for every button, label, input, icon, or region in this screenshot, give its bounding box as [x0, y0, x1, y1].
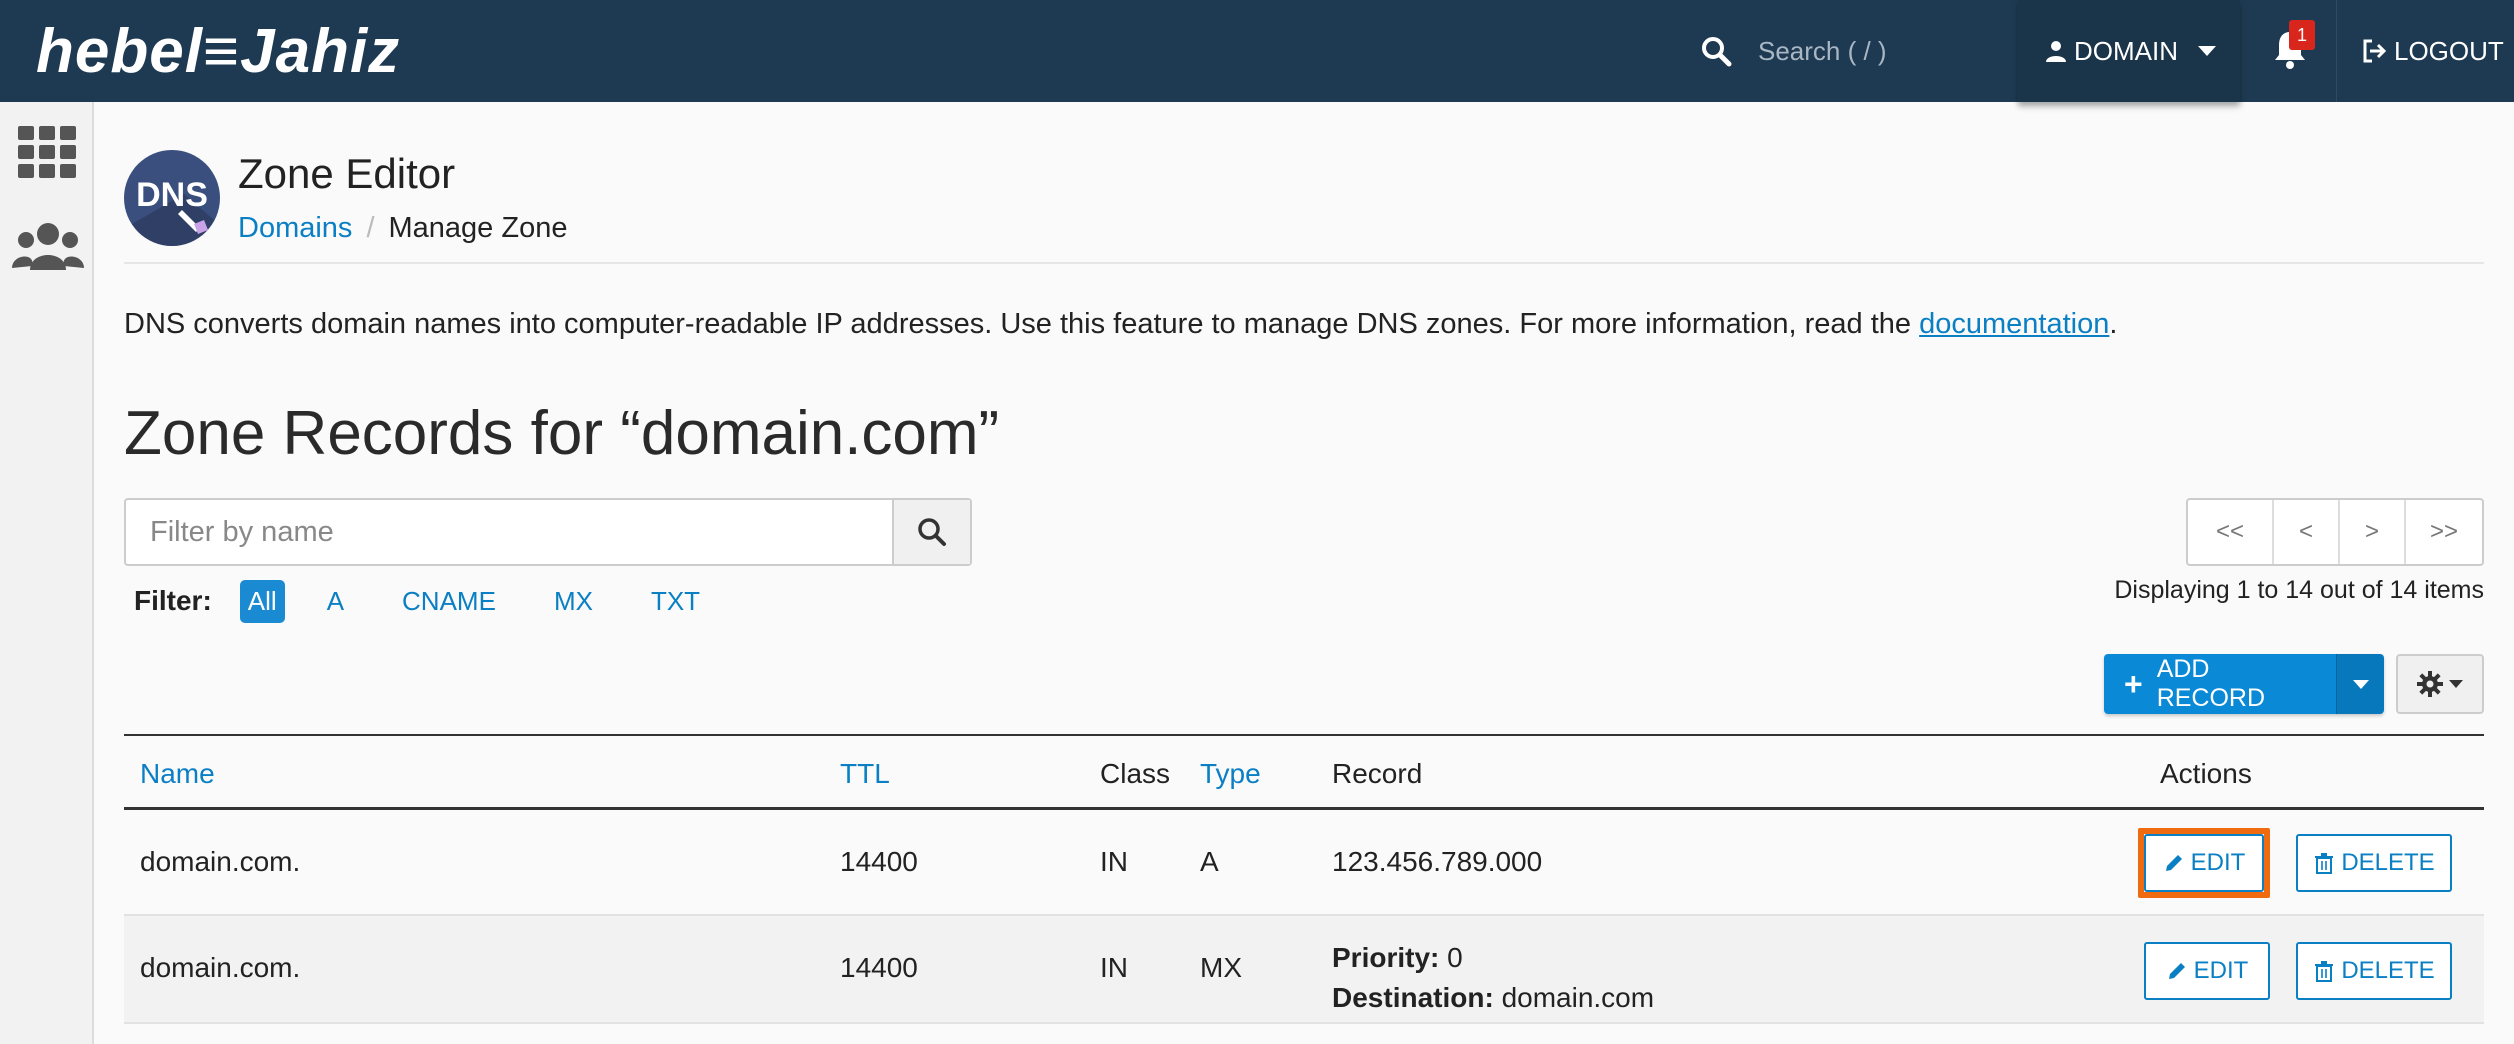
breadcrumb: Domains / Manage Zone	[238, 212, 567, 245]
trash-icon	[2315, 961, 2334, 982]
global-search	[1700, 0, 2058, 102]
previous-page-button[interactable]: <	[2272, 500, 2338, 564]
filter-label: Filter:	[134, 585, 212, 616]
logout-icon	[2363, 39, 2387, 63]
gear-icon	[2417, 671, 2443, 697]
breadcrumb-link-domains[interactable]: Domains	[238, 212, 352, 245]
user-icon	[2046, 41, 2066, 62]
add-record-split-button: + ADD RECORD	[2104, 654, 2384, 714]
add-record-dropdown-toggle[interactable]	[2336, 654, 2384, 714]
delete-record-button[interactable]: DELETE	[2296, 942, 2452, 1000]
logo[interactable]: hebel≡Jahiz	[0, 0, 440, 102]
filter-search-button[interactable]	[892, 500, 970, 564]
search-icon	[918, 518, 946, 546]
filter-chip-a[interactable]: A	[319, 580, 352, 623]
description-end: .	[2109, 308, 2118, 340]
trash-icon	[2315, 853, 2334, 874]
table-row: domain.com. 14400 IN MX Priority: 0 Dest…	[124, 916, 2484, 1024]
edit-label: EDIT	[2190, 849, 2246, 876]
record-name: domain.com.	[140, 846, 301, 877]
record-class: IN	[1100, 846, 1128, 877]
apps-grid-icon[interactable]	[18, 126, 76, 178]
table-row: domain.com. 14400 IN A 123.456.789.000 E…	[124, 810, 2484, 916]
destination-label: Destination:	[1332, 982, 1494, 1013]
chevron-down-icon	[2352, 679, 2369, 689]
add-record-button[interactable]: + ADD RECORD	[2104, 654, 2336, 714]
logo-text: hebel≡Jahiz	[36, 16, 401, 86]
record-value: Priority: 0 Destination: domain.com	[1332, 938, 1654, 1018]
column-header-name[interactable]: Name	[140, 758, 215, 790]
global-search-input[interactable]	[1758, 35, 2058, 67]
record-name: domain.com.	[140, 952, 301, 983]
documentation-link[interactable]: documentation	[1919, 308, 2109, 340]
priority-value: 0	[1447, 942, 1463, 973]
users-icon[interactable]	[12, 220, 84, 276]
filter-search-box	[124, 498, 972, 566]
next-page-button[interactable]: >	[2338, 500, 2404, 564]
column-header-record: Record	[1332, 758, 1423, 789]
chevron-down-icon	[2198, 46, 2216, 56]
pencil-icon	[2165, 855, 2182, 871]
record-priority: Priority: 0	[1332, 938, 1654, 978]
search-icon[interactable]	[1700, 35, 1732, 67]
last-page-button[interactable]: >>	[2404, 500, 2482, 564]
header-divider-line	[124, 262, 2484, 264]
page-description: DNS converts domain names into computer-…	[124, 308, 2117, 341]
delete-label: DELETE	[2341, 849, 2435, 876]
column-header-class: Class	[1100, 758, 1171, 789]
record-class: IN	[1100, 952, 1128, 983]
column-header-ttl[interactable]: TTL	[840, 758, 890, 790]
edit-record-button[interactable]: EDIT	[2144, 942, 2270, 1000]
notification-count-badge: 1	[2289, 20, 2315, 50]
record-destination: Destination: domain.com	[1332, 978, 1654, 1018]
first-page-button[interactable]: <<	[2188, 500, 2272, 564]
dns-avatar-text: DNS	[136, 176, 208, 214]
logout-button[interactable]: LOGOUT	[2360, 0, 2504, 102]
chevron-down-icon	[2449, 680, 2463, 688]
delete-record-button[interactable]: DELETE	[2296, 834, 2452, 892]
filter-chip-mx[interactable]: MX	[546, 580, 601, 623]
edit-record-button[interactable]: EDIT	[2144, 834, 2264, 892]
zone-records-heading: Zone Records for “domain.com”	[124, 399, 1000, 468]
logout-label: LOGOUT	[2394, 35, 2504, 66]
column-header-actions: Actions	[2160, 758, 2252, 789]
breadcrumb-separator: /	[366, 212, 375, 244]
destination-value: domain.com	[1501, 982, 1655, 1013]
column-header-type[interactable]: Type	[1200, 758, 1261, 790]
table-header: Name TTL Class Type Record Actions	[124, 734, 2484, 810]
record-value: 123.456.789.000	[1332, 846, 1543, 877]
filter-by-name-input[interactable]	[126, 500, 892, 564]
header-divider	[2336, 0, 2337, 102]
left-sidebar	[0, 102, 94, 1044]
user-menu-button[interactable]: DOMAIN	[2018, 0, 2240, 102]
add-record-label: ADD RECORD	[2156, 655, 2266, 712]
edit-label: EDIT	[2193, 957, 2249, 984]
pencil-icon	[2168, 963, 2185, 979]
record-type: A	[1200, 846, 1219, 877]
filter-chip-cname[interactable]: CNAME	[394, 580, 504, 623]
description-text: DNS converts domain names into computer-…	[124, 308, 1920, 340]
zone-records-table: Name TTL Class Type Record Actions domai…	[124, 734, 2484, 1024]
dns-app-icon: DNS	[124, 150, 220, 246]
settings-dropdown-button[interactable]	[2396, 654, 2484, 714]
pagination-summary: Displaying 1 to 14 out of 14 items	[2114, 576, 2484, 604]
filter-chip-all[interactable]: All	[239, 579, 285, 623]
record-ttl: 14400	[840, 846, 918, 877]
priority-label: Priority:	[1332, 942, 1440, 973]
delete-label: DELETE	[2341, 957, 2435, 984]
user-menu-label: DOMAIN	[2074, 35, 2178, 66]
record-type: MX	[1200, 952, 1242, 983]
pagination: << < > >>	[2186, 498, 2484, 566]
page-title: Zone Editor	[238, 150, 456, 197]
top-navigation-bar: hebel≡Jahiz DOMAIN 1 LOGOUT	[0, 0, 2514, 102]
filter-chip-txt[interactable]: TXT	[643, 580, 708, 623]
plus-icon: +	[2124, 666, 2143, 702]
record-ttl: 14400	[840, 952, 918, 983]
type-filter-row: Filter: All A CNAME MX TXT	[134, 578, 750, 624]
breadcrumb-current: Manage Zone	[388, 212, 568, 244]
